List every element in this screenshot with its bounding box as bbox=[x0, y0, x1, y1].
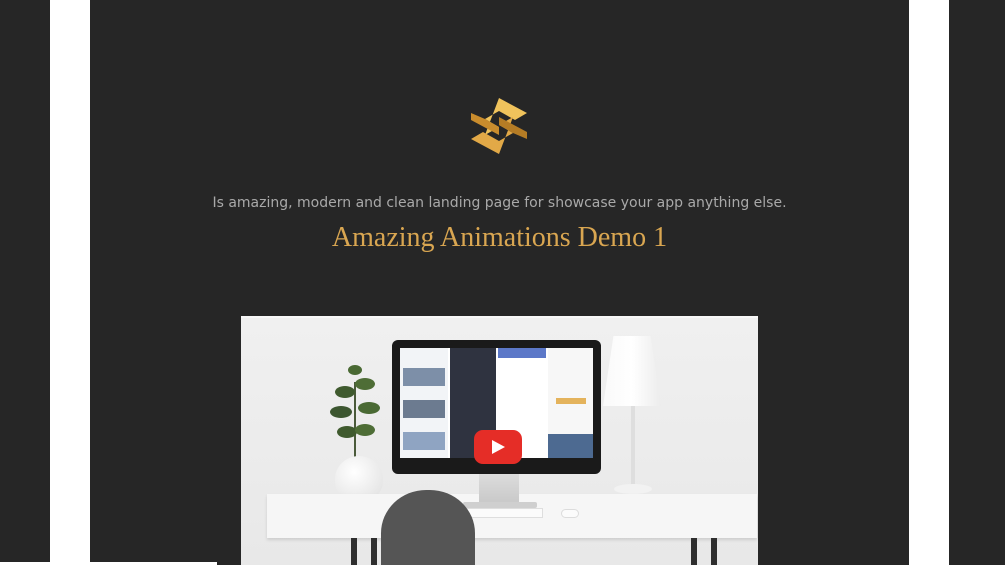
lamp-base bbox=[614, 484, 652, 494]
lamp-shade bbox=[603, 336, 661, 406]
hero-section: Is amazing, modern and clean landing pag… bbox=[90, 0, 909, 565]
video-thumbnail[interactable] bbox=[241, 316, 758, 565]
page-margin-left bbox=[50, 0, 90, 565]
lamp-pole bbox=[631, 406, 635, 486]
chair bbox=[381, 490, 475, 565]
desk-leg bbox=[711, 538, 717, 565]
outer-background-right bbox=[949, 0, 1005, 565]
screen-feed-column bbox=[400, 348, 448, 458]
desk-leg bbox=[351, 538, 357, 565]
monitor-stand bbox=[479, 474, 519, 504]
keyboard bbox=[461, 508, 543, 518]
page-margin-right bbox=[909, 0, 949, 565]
desk-leg bbox=[371, 538, 377, 565]
hexagon-s-logo-icon bbox=[471, 98, 527, 154]
hero-tagline: Is amazing, modern and clean landing pag… bbox=[212, 195, 787, 211]
youtube-play-icon[interactable] bbox=[474, 430, 522, 464]
screen-profile-column bbox=[548, 348, 593, 458]
wall-highlight bbox=[241, 316, 758, 318]
play-triangle-icon bbox=[492, 440, 505, 454]
mouse bbox=[561, 509, 579, 518]
outer-background-left bbox=[0, 0, 50, 565]
desk-leg bbox=[691, 538, 697, 565]
hero-title: Amazing Animations Demo 1 bbox=[331, 222, 668, 253]
